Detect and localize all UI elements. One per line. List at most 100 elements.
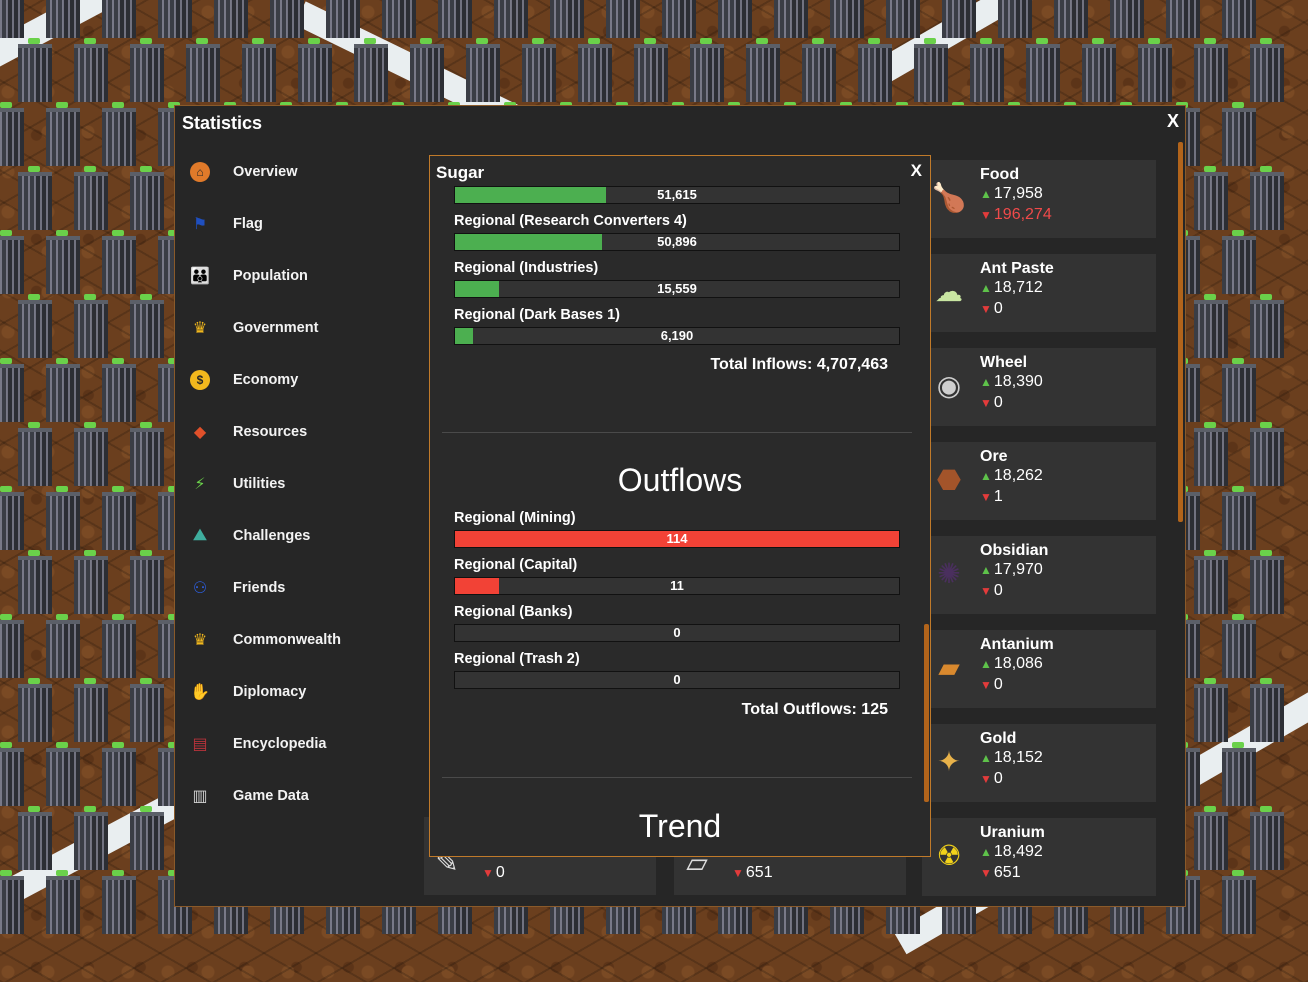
resource-card-wheel[interactable]: ◉ Wheel ▲ 18,390 ▼ 0 [922,348,1156,426]
city-building [0,102,24,166]
city-building [1250,550,1284,614]
resource-outflow: ▼ 0 [482,864,505,881]
gold-nugget-icon: ✦ [937,745,961,777]
city-building [1194,294,1228,358]
resource-card-uranium[interactable]: ☢ Uranium ▲ 18,492 ▼ 651 [922,818,1156,896]
nav-item-commonwealth[interactable]: ♛ Commonwealth [183,614,403,666]
city-building [158,0,192,38]
resource-outflow: ▼ 0 [980,770,1003,787]
nav-item-label: Flag [233,216,263,232]
resource-name: Gold [980,730,1017,747]
city-building [802,38,836,102]
nav-item-economy[interactable]: $ Economy [183,354,403,406]
resource-card-ant-paste[interactable]: ☁ Ant Paste ▲ 18,712 ▼ 0 [922,254,1156,332]
city-building [1250,806,1284,870]
outflows-heading: Outflows [617,462,743,498]
house-icon: ⌂ [183,157,217,187]
city-building [410,38,444,102]
ingot-icon: ▰ [938,651,960,683]
trend-heading: Trend [638,808,722,844]
nav-item-challenges[interactable]: ⛰ Challenges [183,510,403,562]
city-building [0,870,24,934]
city-building [326,0,360,38]
nav-item-resources[interactable]: ◆ Resources [183,406,403,458]
radiation-icon: ☢ [936,839,962,871]
nav-item-diplomacy[interactable]: ✋ Diplomacy [183,666,403,718]
nav-item-overview[interactable]: ⌂ Overview [183,146,403,198]
city-building [130,166,164,230]
city-building [46,870,80,934]
nav-item-label: Resources [233,424,308,440]
city-building [74,166,108,230]
nav-item-label: Population [233,268,308,284]
flow-bar-value: 114 [666,531,688,546]
city-building [46,230,80,294]
city-building [0,0,24,38]
nav-item-population[interactable]: 👪 Population [183,250,403,302]
city-building [886,0,920,38]
city-building [1250,38,1284,102]
nav-item-government[interactable]: ♛ Government [183,302,403,354]
resource-inflow: ▲ 18,390 [980,373,1043,390]
city-building [382,0,416,38]
resource-card-gold[interactable]: ✦ Gold ▲ 18,152 ▼ 0 [922,724,1156,802]
resource-outflow: ▼ 0 [980,300,1003,317]
city-building [74,422,108,486]
resource-name: Uranium [980,824,1045,841]
nav-item-label: Utilities [233,476,286,492]
resource-name: Wheel [980,354,1028,371]
city-building [0,742,24,806]
handshake-icon: ✋ [190,684,210,701]
city-building [46,742,80,806]
flow-bar: 51,615 [454,186,900,204]
city-building [1250,166,1284,230]
city-building [102,486,136,550]
city-building [102,742,136,806]
city-building [102,102,136,166]
nav-item-utilities[interactable]: ⚡ Utilities [183,458,403,510]
nav-item-label: Overview [233,164,298,180]
total-outflows: Total Outflows: 125 [741,701,888,718]
city-building [1222,102,1256,166]
section-divider [442,432,912,433]
drumstick-icon: 🍗 [931,181,967,213]
resource-outflow: ▼ 1 [980,488,1003,505]
resource-card-antanium[interactable]: ▰ Antanium ▲ 18,086 ▼ 0 [922,630,1156,708]
resource-card-obsidian[interactable]: ✺ Obsidian ▲ 17,970 ▼ 0 [922,536,1156,614]
city-building [18,422,52,486]
resources-icon: ◆ [193,424,207,441]
statistics-close-button[interactable]: X [1167,111,1179,132]
city-building [1054,0,1088,38]
city-building [774,0,808,38]
city-building [550,0,584,38]
resource-card-food[interactable]: 🍗 Food ▲ 17,958 ▼ 196,274 [922,160,1156,238]
popup-close-button[interactable]: X [911,161,922,181]
city-building [1166,0,1200,38]
city-building [998,0,1032,38]
crown-icon: ♛ [192,320,208,337]
city-building [102,614,136,678]
city-building [1194,550,1228,614]
resource-outflow: ▼ 196,274 [980,206,1052,223]
city-building [578,38,612,102]
nav-item-game-data[interactable]: ▥ Game Data [183,770,403,822]
ore-icon: ⬣ [936,463,962,495]
nav-item-friends[interactable]: ⚇ Friends [183,562,403,614]
books-icon: ▤ [192,736,208,753]
resource-card-ore[interactable]: ⬣ Ore ▲ 18,262 ▼ 1 [922,442,1156,520]
nav-item-label: Government [233,320,319,336]
city-building [74,806,108,870]
nav-item-label: Economy [233,372,299,388]
city-building [46,358,80,422]
resource-inflow: ▲ 18,492 [980,843,1043,860]
resource-inflow: ▲ 18,712 [980,279,1043,296]
city-building [354,38,388,102]
flow-bar: 50,896 [454,233,900,251]
statistics-scrollbar[interactable] [1178,142,1183,522]
friends-icon: ⚇ [192,580,208,597]
nav-item-flag[interactable]: ⚑ Flag [183,198,403,250]
city-building [1194,806,1228,870]
nav-item-encyclopedia[interactable]: ▤ Encyclopedia [183,718,403,770]
resource-name: Food [980,166,1020,183]
popup-scrollbar[interactable] [924,624,929,802]
